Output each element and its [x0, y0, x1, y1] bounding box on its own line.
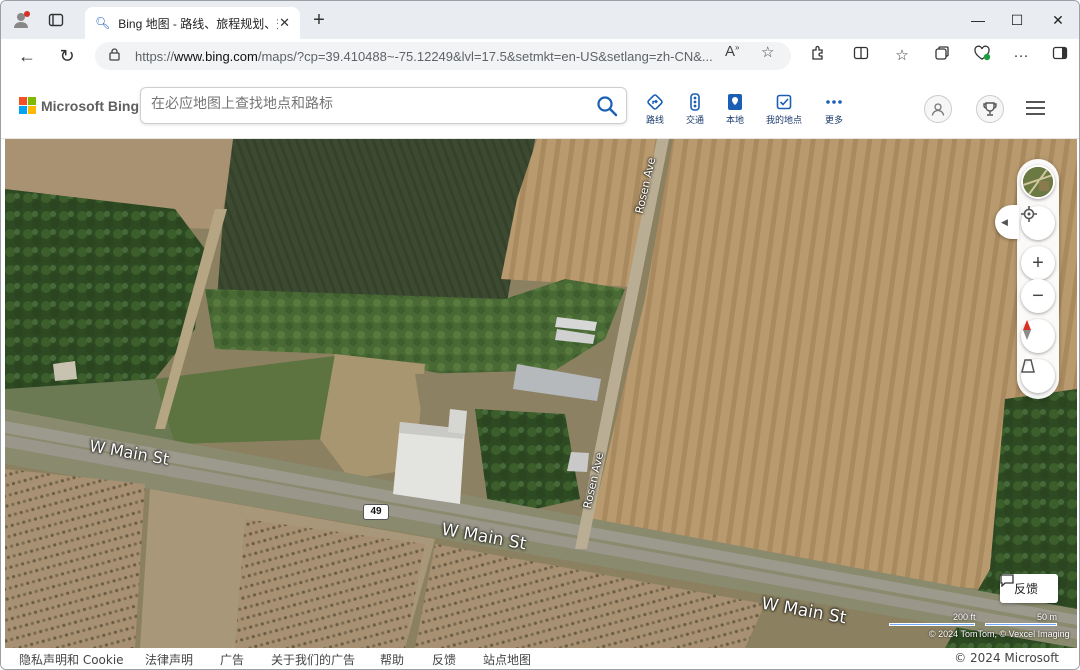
refresh-button[interactable]: ↻ [55, 44, 79, 68]
split-screen-icon[interactable] [850, 45, 872, 67]
traffic-icon [675, 93, 715, 111]
aerial-map[interactable]: W Main St W Main St W Main St Rosen Ave … [5, 139, 1077, 648]
browser-window: 🔍︎ Bing 地图 - 路线、旅程规划、交通 ✕ + — ☐ ✕ ← ↻ ht… [0, 0, 1080, 670]
local-icon [715, 93, 755, 111]
favorite-star-icon[interactable]: ☆ [761, 43, 774, 61]
account-avatar-icon[interactable] [924, 95, 952, 123]
nav-local[interactable]: 本地 [715, 93, 755, 126]
footer-link-privacy[interactable]: 隐私声明和 Cookie [19, 651, 124, 668]
footer-link-feedback[interactable]: 反馈 [432, 651, 456, 668]
map-search-box[interactable] [140, 87, 627, 124]
search-icon: 🔍︎ [95, 16, 111, 30]
scale-bar-meters [985, 623, 1057, 626]
tilt-view-icon[interactable] [1021, 359, 1055, 393]
menu-hamburger-icon[interactable] [1026, 101, 1045, 115]
back-button[interactable]: ← [15, 44, 39, 68]
feedback-button[interactable]: 反馈 [1000, 574, 1058, 603]
browser-essentials-icon[interactable] [971, 45, 993, 67]
settings-more-icon[interactable]: ··· [1010, 45, 1032, 67]
minimize-button[interactable]: — [967, 9, 989, 31]
new-tab-button[interactable]: + [309, 10, 329, 30]
feedback-label: 反馈 [1014, 582, 1039, 596]
nav-directions[interactable]: 路线 [635, 93, 675, 126]
search-icon[interactable] [596, 95, 618, 117]
extensions-icon[interactable] [807, 45, 829, 67]
zoom-in-button[interactable]: + [1021, 246, 1055, 280]
tab-title: Bing 地图 - 路线、旅程规划、交通 [118, 16, 278, 31]
close-window-button[interactable]: ✕ [1047, 9, 1069, 31]
map-style-switch-icon[interactable] [1021, 165, 1055, 199]
scale-meters-label: 50 m [1037, 612, 1058, 622]
directions-icon [635, 93, 675, 111]
footer-link-help[interactable]: 帮助 [380, 651, 404, 668]
imagery-credit: © 2024 TomTom, © Vexcel Imaging [929, 629, 1070, 639]
maximize-button[interactable]: ☐ [1006, 9, 1028, 31]
title-bar: 🔍︎ Bing 地图 - 路线、旅程规划、交通 ✕ + — ☐ ✕ [1, 1, 1079, 39]
copilot-sidebar-icon[interactable] [1049, 45, 1071, 67]
my-places-icon [761, 93, 807, 111]
footer-link-legal[interactable]: 法律声明 [145, 651, 193, 668]
copyright-text: © 2024 Microsoft [954, 651, 1059, 665]
address-toolbar: ← ↻ https://www.bing.com/maps/?cp=39.410… [1, 39, 1079, 73]
bing-header: Microsoft Bing 路线 交通 本地 [1, 73, 1079, 139]
collections-icon[interactable] [931, 45, 953, 67]
favorites-icon[interactable]: ☆ [891, 45, 913, 67]
footer-link-ads[interactable]: 广告 [220, 651, 244, 668]
tab-actions-icon[interactable] [45, 9, 67, 31]
tab-bing-maps[interactable]: 🔍︎ Bing 地图 - 路线、旅程规划、交通 ✕ [85, 7, 300, 39]
scale-bar-feet [889, 623, 975, 626]
address-bar[interactable]: https://www.bing.com/maps/?cp=39.410488~… [95, 42, 791, 70]
search-input[interactable] [151, 96, 581, 112]
compass-icon[interactable] [1021, 319, 1055, 353]
rewards-trophy-icon[interactable] [976, 95, 1004, 123]
nav-more[interactable]: 更多 [814, 93, 854, 126]
zoom-out-button[interactable]: − [1021, 279, 1055, 313]
close-tab-icon[interactable]: ✕ [279, 15, 290, 31]
nav-my-places[interactable]: 我的地点 [761, 93, 807, 126]
microsoft-bing-logo[interactable]: Microsoft Bing [19, 97, 139, 114]
logo-text: Microsoft Bing [41, 97, 139, 114]
footer-link-sitemap[interactable]: 站点地图 [483, 651, 531, 668]
url-text: https://www.bing.com/maps/?cp=39.410488~… [135, 48, 713, 64]
page-footer: 隐私声明和 Cookie 法律声明 广告 关于我们的广告 帮助 反馈 站点地图 … [1, 648, 1079, 669]
scale-feet-label: 200 ft [953, 612, 976, 622]
aerial-imagery [5, 139, 1077, 648]
locate-me-icon[interactable] [1021, 206, 1055, 240]
route-49-shield: 49 [363, 504, 389, 520]
footer-link-about-ads[interactable]: 关于我们的广告 [271, 651, 355, 668]
read-aloud-icon[interactable]: A» [725, 43, 739, 60]
lock-icon [109, 48, 123, 64]
nav-traffic[interactable]: 交通 [675, 93, 715, 126]
profile-icon[interactable] [11, 9, 33, 31]
microsoft-logo-icon [19, 97, 36, 114]
more-icon [814, 93, 854, 111]
